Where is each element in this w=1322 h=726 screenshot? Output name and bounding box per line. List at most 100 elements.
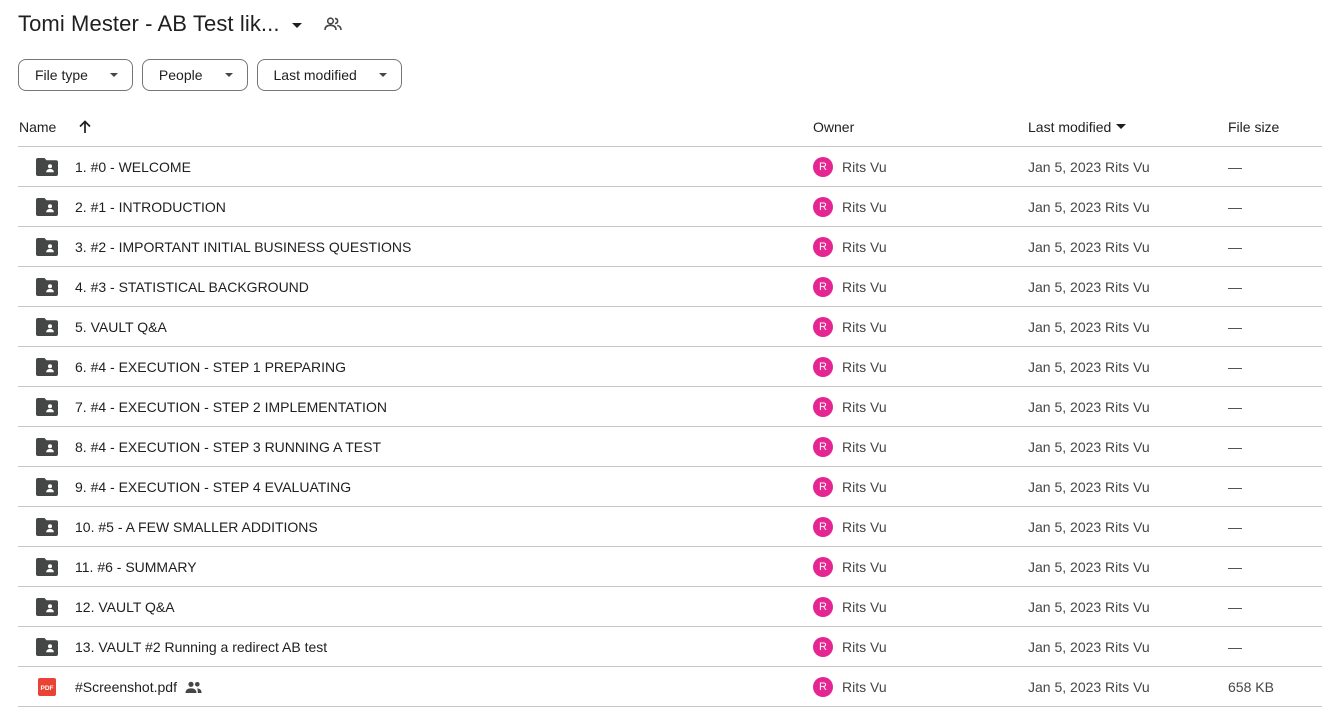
avatar[interactable]: R bbox=[813, 316, 833, 337]
shared-folder-icon bbox=[36, 278, 58, 298]
last-modified-cell: Jan 5, 2023 Rits Vu bbox=[1028, 638, 1150, 655]
people-outline-icon[interactable] bbox=[323, 17, 342, 31]
table-row[interactable]: 9. #4 - EXECUTION - STEP 4 EVALUATING R Ri… bbox=[18, 467, 1322, 507]
file-size-cell: — bbox=[1228, 438, 1242, 455]
file-name: 13. VAULT #2 Running a redirect AB test bbox=[75, 638, 328, 655]
table-row[interactable]: 7. #4 - EXECUTION - STEP 2 IMPLEMENTATIO… bbox=[18, 387, 1322, 427]
avatar[interactable]: R bbox=[813, 596, 833, 617]
shared-folder-icon bbox=[36, 558, 58, 578]
file-size-cell: — bbox=[1228, 558, 1242, 575]
table-row[interactable]: 4. #3 - STATISTICAL BACKGROUND R Rits Vu Ja… bbox=[18, 267, 1322, 307]
file-size-cell: — bbox=[1228, 518, 1242, 535]
file-name-cell: 3. #2 - IMPORTANT INITIAL BUSINESS QUEST… bbox=[75, 239, 411, 255]
last-modified-cell: Jan 5, 2023 Rits Vu bbox=[1028, 598, 1150, 615]
file-name: 11. #6 - SUMMARY bbox=[75, 558, 197, 575]
shared-folder-icon bbox=[36, 438, 58, 458]
table-row[interactable]: 12. VAULT Q&A R Rits Vu Jan 5, 2023 Rits Vu… bbox=[18, 587, 1322, 627]
owner-name: Rits Vu bbox=[842, 238, 887, 255]
owner-cell: R Rits Vu bbox=[813, 436, 887, 457]
last-modified-cell: Jan 5, 2023 Rits Vu bbox=[1028, 518, 1150, 535]
last-modified-cell: Jan 5, 2023 Rits Vu bbox=[1028, 678, 1150, 695]
table-row[interactable]: PDF #Screenshot.pdf R Rits Vu Jan 5, 2023 Ri… bbox=[18, 667, 1322, 707]
file-list: Name Owner Last modified File size 1. #0… bbox=[18, 107, 1322, 707]
file-size-column-header[interactable]: File size bbox=[1228, 119, 1279, 135]
filter-label: Last modified bbox=[273, 67, 357, 83]
table-row[interactable]: 6. #4 - EXECUTION - STEP 1 PREPARING R Rit… bbox=[18, 347, 1322, 387]
avatar[interactable]: R bbox=[813, 636, 833, 657]
name-column-header[interactable]: Name bbox=[19, 119, 92, 135]
last-modified-cell: Jan 5, 2023 Rits Vu bbox=[1028, 198, 1150, 215]
arrow-up-icon[interactable] bbox=[78, 119, 92, 134]
file-size-cell: — bbox=[1228, 598, 1242, 615]
avatar[interactable]: R bbox=[813, 396, 833, 417]
avatar[interactable]: R bbox=[813, 556, 833, 577]
owner-cell: R Rits Vu bbox=[813, 476, 887, 497]
file-name: 3. #2 - IMPORTANT INITIAL BUSINESS QUEST… bbox=[75, 238, 412, 255]
avatar[interactable]: R bbox=[813, 436, 833, 457]
people-filter[interactable]: People bbox=[141, 59, 248, 91]
file-size-cell: — bbox=[1228, 478, 1242, 495]
avatar[interactable]: R bbox=[813, 356, 833, 377]
avatar[interactable]: R bbox=[813, 516, 833, 537]
file-name: 9. #4 - EXECUTION - STEP 4 EVALUATING bbox=[75, 478, 352, 495]
chevron-down-icon bbox=[224, 73, 233, 77]
table-row[interactable]: 2. #1 - INTRODUCTION R Rits Vu Jan 5, 2023 … bbox=[18, 187, 1322, 227]
file-size-cell: — bbox=[1228, 198, 1242, 215]
owner-name: Rits Vu bbox=[842, 198, 887, 215]
file-name-cell: 1. #0 - WELCOME bbox=[75, 159, 191, 175]
owner-name: Rits Vu bbox=[842, 278, 887, 295]
last-modified-cell: Jan 5, 2023 Rits Vu bbox=[1028, 558, 1150, 575]
avatar[interactable]: R bbox=[813, 236, 833, 257]
column-label: Name bbox=[19, 118, 57, 135]
chevron-down-icon[interactable] bbox=[291, 22, 302, 28]
owner-name: Rits Vu bbox=[842, 438, 887, 455]
shared-folder-icon bbox=[36, 238, 58, 258]
owner-name: Rits Vu bbox=[842, 318, 887, 335]
avatar[interactable]: R bbox=[813, 196, 833, 217]
file-size-cell: — bbox=[1228, 238, 1242, 255]
avatar[interactable]: R bbox=[813, 476, 833, 497]
owner-name: Rits Vu bbox=[842, 598, 887, 615]
table-row[interactable]: 11. #6 - SUMMARY R Rits Vu Jan 5, 2023 Rits… bbox=[18, 547, 1322, 587]
file-size-cell: — bbox=[1228, 398, 1242, 415]
file-size-cell: — bbox=[1228, 638, 1242, 655]
shared-folder-icon bbox=[36, 598, 58, 618]
shared-folder-icon bbox=[36, 198, 58, 218]
folder-title[interactable]: Tomi Mester - AB Test lik... bbox=[18, 11, 280, 37]
file-name-cell: 9. #4 - EXECUTION - STEP 4 EVALUATING bbox=[75, 479, 351, 495]
owner-name: Rits Vu bbox=[842, 398, 887, 415]
owner-name: Rits Vu bbox=[842, 358, 887, 375]
avatar[interactable]: R bbox=[813, 676, 833, 697]
filter-label: File type bbox=[35, 67, 88, 83]
table-row[interactable]: 10. #5 - A FEW SMALLER ADDITIONS R Rits Vu… bbox=[18, 507, 1322, 547]
avatar[interactable]: R bbox=[813, 276, 833, 297]
file-size-cell: 658 KB bbox=[1228, 678, 1274, 695]
owner-name: Rits Vu bbox=[842, 158, 887, 175]
file-name: 7. #4 - EXECUTION - STEP 2 IMPLEMENTATIO… bbox=[75, 398, 387, 415]
last-modified-column-header[interactable]: Last modified bbox=[1028, 118, 1127, 135]
file-type-filter[interactable]: File type bbox=[18, 59, 133, 91]
last-modified-cell: Jan 5, 2023 Rits Vu bbox=[1028, 438, 1150, 455]
column-label: Last modified bbox=[1028, 118, 1112, 135]
table-row[interactable]: 3. #2 - IMPORTANT INITIAL BUSINESS QUEST… bbox=[18, 227, 1322, 267]
last-modified-cell: Jan 5, 2023 Rits Vu bbox=[1028, 398, 1150, 415]
table-header: Name Owner Last modified File size bbox=[18, 107, 1322, 147]
shared-folder-icon bbox=[36, 638, 58, 658]
table-row[interactable]: 1. #0 - WELCOME R Rits Vu Jan 5, 2023 Rits … bbox=[18, 147, 1322, 187]
owner-column-header[interactable]: Owner bbox=[813, 119, 854, 135]
owner-name: Rits Vu bbox=[842, 478, 887, 495]
chevron-down-icon bbox=[109, 73, 118, 77]
file-name: 10. #5 - A FEW SMALLER ADDITIONS bbox=[75, 518, 318, 535]
last-modified-cell: Jan 5, 2023 Rits Vu bbox=[1028, 278, 1150, 295]
avatar[interactable]: R bbox=[813, 156, 833, 177]
table-body: 1. #0 - WELCOME R Rits Vu Jan 5, 2023 Rits … bbox=[18, 147, 1322, 707]
owner-cell: R Rits Vu bbox=[813, 236, 887, 257]
owner-cell: R Rits Vu bbox=[813, 356, 887, 377]
last-modified-cell: Jan 5, 2023 Rits Vu bbox=[1028, 318, 1150, 335]
table-row[interactable]: 5. VAULT Q&A R Rits Vu Jan 5, 2023 Rits Vu — bbox=[18, 307, 1322, 347]
table-row[interactable]: 8. #4 - EXECUTION - STEP 3 RUNNING A TES… bbox=[18, 427, 1322, 467]
table-row[interactable]: 13. VAULT #2 Running a redirect AB test R… bbox=[18, 627, 1322, 667]
owner-name: Rits Vu bbox=[842, 558, 887, 575]
svg-text:PDF: PDF bbox=[41, 685, 54, 692]
last-modified-filter[interactable]: Last modified bbox=[256, 59, 402, 91]
